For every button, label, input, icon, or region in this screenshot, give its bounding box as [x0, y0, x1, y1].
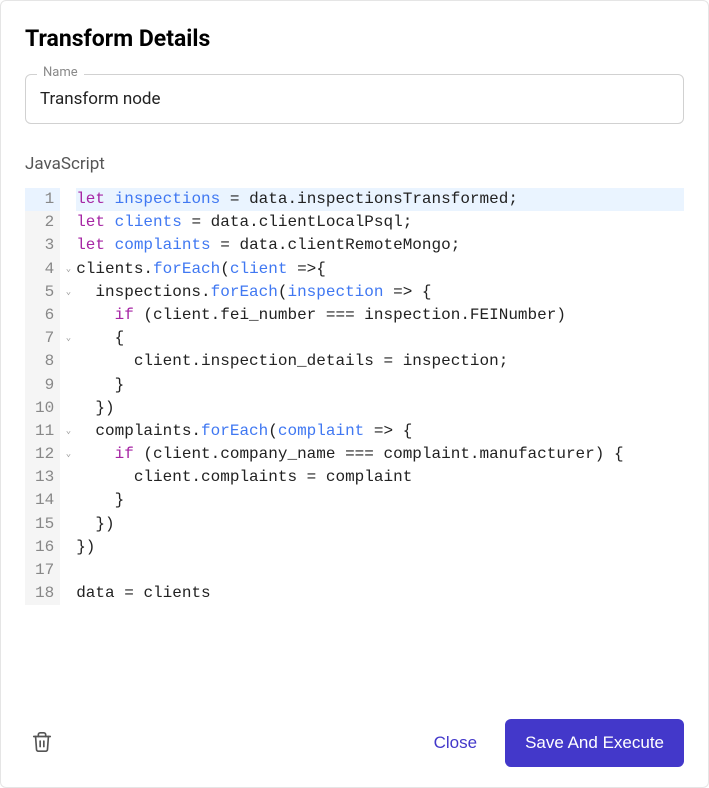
gutter-line: 1 — [25, 188, 60, 211]
code-line[interactable]: }) — [76, 397, 684, 420]
code-content[interactable]: let inspections = data.inspectionsTransf… — [60, 188, 684, 605]
code-editor[interactable]: 1234⌄5⌄67⌄891011⌄12⌄131415161718 let ins… — [25, 188, 684, 605]
gutter-line: 3 — [25, 234, 60, 257]
gutter-line: 7⌄ — [25, 327, 60, 350]
gutter-line: 11⌄ — [25, 420, 60, 443]
gutter-line: 13 — [25, 466, 60, 489]
code-line[interactable]: if (client.company_name === complaint.ma… — [76, 443, 684, 466]
delete-button[interactable] — [25, 724, 59, 763]
code-line[interactable]: let complaints = data.clientRemoteMongo; — [76, 234, 684, 257]
code-line[interactable]: }) — [76, 536, 684, 559]
panel-title: Transform Details — [25, 25, 684, 52]
gutter-line: 5⌄ — [25, 281, 60, 304]
gutter-line: 16 — [25, 536, 60, 559]
code-gutter: 1234⌄5⌄67⌄891011⌄12⌄131415161718 — [25, 188, 60, 605]
fold-marker-icon[interactable]: ⌄ — [66, 263, 71, 276]
gutter-line: 17 — [25, 559, 60, 582]
code-line[interactable]: clients.forEach(client =>{ — [76, 258, 684, 281]
code-line[interactable]: complaints.forEach(complaint => { — [76, 420, 684, 443]
code-line[interactable]: { — [76, 327, 684, 350]
gutter-line: 18 — [25, 582, 60, 605]
code-line[interactable] — [76, 559, 684, 582]
name-field-label: Name — [37, 65, 84, 80]
gutter-line: 8 — [25, 350, 60, 373]
gutter-line: 9 — [25, 374, 60, 397]
gutter-line: 6 — [25, 304, 60, 327]
code-editor-section: JavaScript 1234⌄5⌄67⌄891011⌄12⌄131415161… — [25, 154, 684, 691]
gutter-line: 15 — [25, 513, 60, 536]
save-execute-button[interactable]: Save And Execute — [505, 719, 684, 767]
code-line[interactable]: } — [76, 489, 684, 512]
fold-marker-icon[interactable]: ⌄ — [66, 448, 71, 461]
code-line[interactable]: let clients = data.clientLocalPsql; — [76, 211, 684, 234]
fold-marker-icon[interactable]: ⌄ — [66, 332, 71, 345]
transform-details-panel: Transform Details Name JavaScript 1234⌄5… — [0, 0, 709, 788]
gutter-line: 10 — [25, 397, 60, 420]
name-field-wrapper: Name — [25, 74, 684, 124]
code-line[interactable]: if (client.fei_number === inspection.FEI… — [76, 304, 684, 327]
fold-marker-icon[interactable]: ⌄ — [66, 286, 71, 299]
gutter-line: 14 — [25, 489, 60, 512]
code-line[interactable]: inspections.forEach(inspection => { — [76, 281, 684, 304]
trash-icon — [31, 730, 53, 754]
code-line[interactable]: let inspections = data.inspectionsTransf… — [76, 188, 684, 211]
code-line[interactable]: } — [76, 374, 684, 397]
panel-footer: Close Save And Execute — [25, 719, 684, 767]
fold-marker-icon[interactable]: ⌄ — [66, 425, 71, 438]
gutter-line: 4⌄ — [25, 258, 60, 281]
gutter-line: 2 — [25, 211, 60, 234]
code-line[interactable]: client.inspection_details = inspection; — [76, 350, 684, 373]
code-language-label: JavaScript — [25, 154, 684, 174]
code-line[interactable]: }) — [76, 513, 684, 536]
close-button[interactable]: Close — [428, 723, 483, 763]
code-line[interactable]: client.complaints = complaint — [76, 466, 684, 489]
code-line[interactable]: data = clients — [76, 582, 684, 605]
name-input[interactable] — [25, 74, 684, 124]
gutter-line: 12⌄ — [25, 443, 60, 466]
